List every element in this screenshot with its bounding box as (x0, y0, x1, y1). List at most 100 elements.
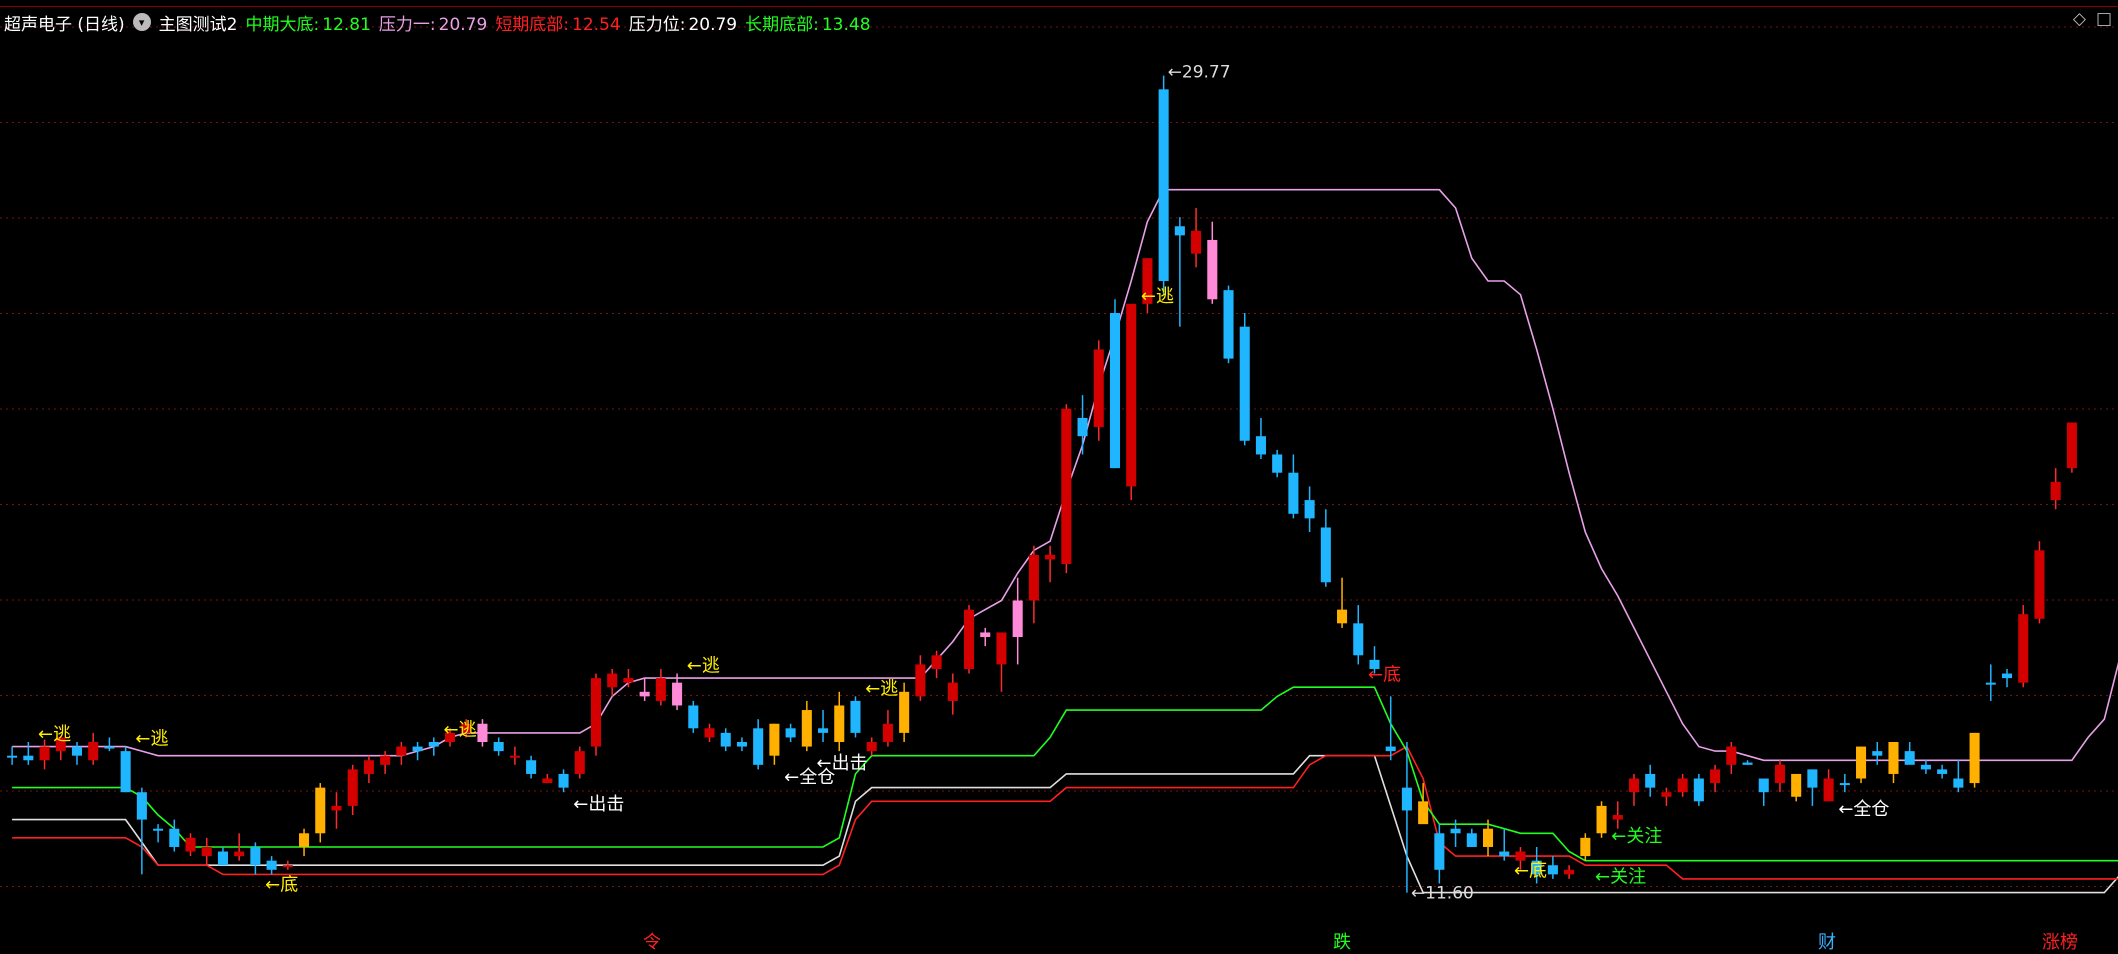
candle-body (104, 746, 115, 749)
candle-body (1320, 527, 1331, 583)
candle-body (1628, 778, 1640, 793)
candle-body (574, 751, 585, 774)
candle-body (980, 632, 991, 638)
candle-body (1758, 778, 1769, 793)
signal-annotation: ←全仓 (1838, 799, 1889, 820)
candle-body (1304, 500, 1315, 519)
candle-body (1272, 454, 1283, 473)
candle-body (185, 837, 196, 852)
candle-body (2018, 614, 2029, 683)
signal-annotation: ←逃 (444, 719, 477, 740)
header-item-0: 中期大底: 12.81 (246, 10, 371, 35)
header-item-0-label: 中期大底: (245, 14, 320, 35)
candle-body (1093, 349, 1104, 428)
candle-body (769, 723, 780, 756)
candle-body (1612, 815, 1623, 820)
candle-body (2066, 422, 2077, 469)
candle-body (882, 723, 893, 742)
candle-body (899, 691, 910, 733)
signal-annotation: ←逃 (38, 724, 71, 745)
header-item-1-value: 20.79 (438, 14, 488, 35)
signal-annotation: ←逃 (865, 678, 898, 699)
signal-annotation: ←出击 (573, 794, 624, 815)
candle-body (1839, 783, 1850, 786)
bottom-label-zhangbang[interactable]: 涨榜 (2042, 928, 2078, 954)
candle-body (736, 742, 747, 747)
candle-body (1807, 769, 1818, 788)
header-item-4-value: 13.48 (821, 14, 871, 35)
stock-title[interactable]: 超声电子 (日线) (4, 10, 125, 35)
candle-body (120, 751, 131, 793)
indicator-name[interactable]: 主图测试2 (159, 10, 238, 35)
candle-body (866, 742, 877, 752)
header-item-1: 压力一: 20.79 (379, 10, 487, 35)
candle-body (1288, 472, 1299, 514)
bottom-label-cai[interactable]: 财 (1818, 928, 1836, 954)
candle-body (153, 828, 164, 831)
candle-body (1920, 764, 1931, 770)
candle-body (526, 760, 537, 774)
candle-body (1045, 554, 1056, 560)
candle-body (623, 678, 634, 683)
candle-body (39, 746, 50, 761)
indicator-dropdown-icon[interactable]: ▾ (132, 13, 151, 31)
candle-body (688, 705, 699, 729)
signal-annotation: ←逃 (1141, 286, 1174, 307)
candle-body (1969, 732, 1980, 784)
candle-body (1953, 778, 1964, 788)
candle-body (2001, 673, 2013, 679)
header-item-3-value: 20.79 (688, 14, 738, 35)
candle-body (1774, 764, 1785, 784)
candle-body (1661, 792, 1672, 797)
signal-annotation: ←底 (265, 874, 298, 895)
signal-annotation: ←关注 (1611, 826, 1662, 847)
candle-body (639, 691, 650, 697)
candle-body (1985, 682, 1996, 685)
candle-body (1401, 787, 1412, 811)
candle-body (1191, 230, 1202, 254)
bottom-label-ling[interactable]: 令 (643, 928, 661, 954)
signal-annotation: ←逃 (135, 729, 168, 750)
header-item-3-label: 压力位: (628, 14, 686, 35)
candle-body (931, 655, 942, 669)
candle-body (818, 728, 829, 733)
candle-body (250, 846, 261, 866)
candle-body (704, 728, 715, 738)
candle-body (299, 833, 310, 847)
square-icon[interactable]: □ (2096, 9, 2112, 29)
candle-body (1418, 801, 1429, 825)
low-price-label: ←11.60 (1411, 884, 1474, 904)
diamond-icon[interactable]: ◇ (2073, 9, 2086, 29)
candle-body (1061, 408, 1072, 564)
candle-body (1239, 326, 1250, 441)
candle-body (1109, 312, 1121, 469)
series-line-2 (12, 745, 2118, 880)
candle-body (1547, 865, 1558, 875)
candle-body (558, 773, 569, 788)
series-line-1 (12, 754, 2118, 894)
header-item-2-value: 12.54 (572, 14, 621, 35)
corner-icons: ◇ □ (2073, 9, 2112, 29)
candle-body (1726, 746, 1737, 765)
candle-body (396, 746, 407, 756)
header-item-4: 长期底部: 13.48 (745, 10, 870, 35)
candle-body (947, 682, 958, 701)
candle-body (1564, 869, 1575, 875)
candle-body (1580, 837, 1591, 857)
signal-annotation: ←底 (1514, 861, 1547, 882)
candle-body (1937, 769, 1948, 774)
candle-body (493, 742, 504, 752)
candle-body (1823, 778, 1834, 802)
candle-body (363, 760, 374, 774)
candle-body (347, 769, 358, 806)
candle-body (720, 732, 731, 747)
candle-body (542, 778, 553, 784)
candle-body (1693, 778, 1704, 802)
candle-body (1028, 554, 1039, 601)
candle-body (1904, 751, 1915, 765)
candle-body (1645, 773, 1656, 788)
candle-body (1856, 746, 1867, 779)
bottom-label-die[interactable]: 跌 (1333, 928, 1351, 954)
header-item-2-label: 短期底部: (495, 14, 570, 35)
candlestick-chart[interactable]: ←29.77←11.60←逃 ←逃 ←逃←逃←逃←逃←底←底←底←出击←出击←全仓←… (0, 0, 2118, 950)
